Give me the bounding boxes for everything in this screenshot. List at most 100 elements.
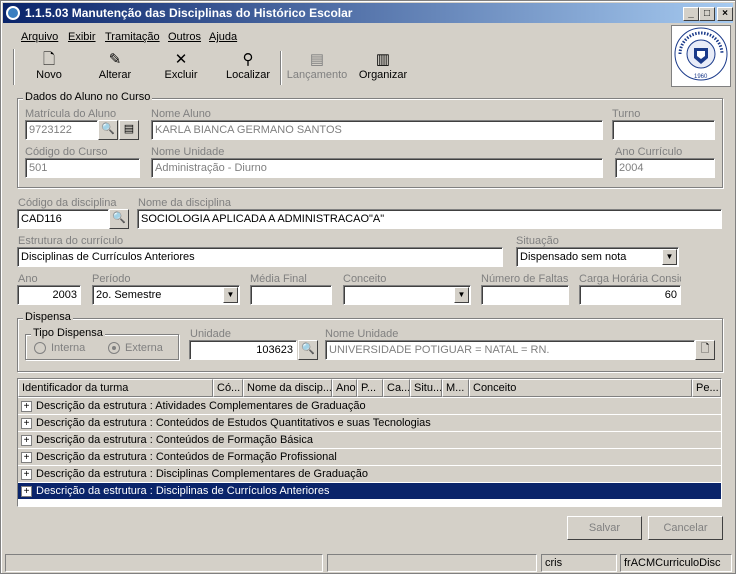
organizar-button[interactable]: ▥ Organizar (357, 51, 409, 85)
codigo-disciplina-field[interactable]: CAD116 (17, 209, 109, 229)
interna-label: Interna (51, 342, 86, 354)
periodo-label: Período (92, 273, 131, 285)
alterar-button[interactable]: ✎ Alterar (91, 51, 139, 85)
table-row[interactable]: + Descrição da estrutura : Disciplinas C… (18, 466, 721, 483)
situacao-value: Dispensado sem nota (520, 251, 627, 263)
unidade-search-button[interactable]: 🔍 (298, 340, 318, 360)
excluir-button[interactable]: ✕ Excluir (159, 51, 203, 85)
app-icon (6, 6, 20, 20)
row-text: Descrição da estrutura : Disciplinas de … (36, 485, 330, 497)
expand-icon[interactable]: + (21, 435, 32, 446)
organizar-label: Organizar (358, 69, 408, 81)
dispensa-unidade-field[interactable]: 103623 (189, 340, 297, 360)
novo-button[interactable]: 🗋 Novo (27, 51, 71, 85)
turno-label: Turno (612, 108, 641, 120)
dispensa-unidade-label: Unidade (190, 328, 231, 340)
col-media[interactable]: M... (442, 379, 469, 397)
ano-label: Ano (18, 273, 38, 285)
expand-icon[interactable]: + (21, 469, 32, 480)
menu-arquivo[interactable]: Arquivo (21, 31, 58, 43)
university-logo: 1960 (671, 25, 731, 87)
disciplina-search-button[interactable]: 🔍 (109, 209, 129, 229)
chevron-down-icon[interactable]: ▼ (454, 287, 469, 303)
nome-unidade-field[interactable]: Administração - Diurno (151, 158, 603, 178)
turno-field[interactable] (612, 120, 715, 140)
menu-tramitacao[interactable]: Tramitação (105, 31, 160, 43)
disciplinas-grid[interactable]: Identificador da turma Có... Nome da dis… (17, 378, 722, 507)
expand-icon[interactable]: + (21, 401, 32, 412)
status-panel-1 (5, 554, 323, 572)
chevron-down-icon[interactable]: ▼ (662, 249, 677, 265)
row-text: Descrição da estrutura : Conteúdos de Es… (36, 417, 431, 429)
col-periodo[interactable]: P... (357, 379, 383, 397)
search-icon: 🔍 (301, 343, 315, 355)
search-icon: 🔍 (101, 123, 115, 135)
nome-disciplina-field[interactable]: SOCIOLOGIA APLICADA A ADMINISTRACAO"A" (137, 209, 722, 229)
lancamento-button[interactable]: ▤ Lançamento (285, 51, 349, 85)
table-row[interactable]: + Descrição da estrutura : Conteúdos de … (18, 432, 721, 449)
cancelar-button[interactable]: Cancelar (648, 516, 723, 540)
expand-icon[interactable]: + (21, 452, 32, 463)
table-row[interactable]: + Descrição da estrutura : Conteúdos de … (18, 449, 721, 466)
media-final-field[interactable] (250, 285, 332, 305)
window-title: 1.1.5.03 Manutenção das Disciplinas do H… (25, 6, 353, 20)
externa-radio[interactable] (108, 342, 120, 354)
localizar-button[interactable]: ⚲ Localizar (223, 51, 273, 85)
row-text: Descrição da estrutura : Disciplinas Com… (36, 468, 368, 480)
document-icon: ▤ (123, 123, 135, 135)
alterar-label: Alterar (98, 69, 132, 81)
dispensa-nome-unidade-field[interactable]: UNIVERSIDADE POTIGUAR = NATAL = RN. (325, 340, 695, 360)
conceito-select[interactable]: ▼ (343, 285, 471, 305)
salvar-button[interactable]: Salvar (567, 516, 642, 540)
codigo-curso-field[interactable]: 501 (25, 158, 140, 178)
table-row[interactable]: + Descrição da estrutura : Atividades Co… (18, 398, 721, 415)
nome-unidade-detail-button[interactable]: 🗋 (695, 340, 715, 360)
minimize-button[interactable]: _ (683, 7, 699, 21)
close-button[interactable]: × (717, 7, 733, 21)
numero-faltas-field[interactable] (481, 285, 569, 305)
col-situacao[interactable]: Situ... (410, 379, 442, 397)
col-carga[interactable]: Ca... (383, 379, 410, 397)
situacao-select[interactable]: Dispensado sem nota ▼ (516, 247, 679, 267)
delete-icon: ✕ (174, 51, 188, 68)
numero-faltas-label: Número de Faltas (481, 273, 569, 285)
table-row-selected[interactable]: + Descrição da estrutura : Disciplinas d… (18, 483, 721, 500)
col-conceito[interactable]: Conceito (469, 379, 692, 397)
toolbar-grip (13, 49, 15, 85)
matricula-document-button[interactable]: ▤ (119, 120, 139, 140)
aluno-group-title: Dados do Aluno no Curso (23, 91, 153, 103)
dispensa-group-title: Dispensa (23, 311, 73, 323)
col-periodo-extra[interactable]: Pe... (692, 379, 721, 397)
col-identificador[interactable]: Identificador da turma (18, 379, 213, 397)
row-text: Descrição da estrutura : Conteúdos de Fo… (36, 434, 313, 446)
table-row[interactable]: + Descrição da estrutura : Conteúdos de … (18, 415, 721, 432)
col-nome-disciplina[interactable]: Nome da discip... (243, 379, 332, 397)
matricula-field[interactable]: 9723122 (25, 120, 98, 140)
menu-exibir[interactable]: Exibir (68, 31, 96, 43)
expand-icon[interactable]: + (21, 486, 32, 497)
lancamento-label: Lançamento (286, 69, 348, 81)
localizar-label: Localizar (225, 69, 271, 81)
carga-horaria-field[interactable]: 60 (579, 285, 681, 305)
chevron-down-icon[interactable]: ▼ (223, 287, 238, 303)
matricula-label: Matrícula do Aluno (25, 108, 117, 120)
menu-outros[interactable]: Outros (168, 31, 201, 43)
estrutura-field[interactable]: Disciplinas de Currículos Anteriores (17, 247, 503, 267)
menu-ajuda[interactable]: Ajuda (209, 31, 237, 43)
document-icon: 🗋 (700, 343, 710, 355)
interna-radio[interactable] (34, 342, 46, 354)
document-list-icon: ▤ (309, 51, 325, 68)
toolbar-separator (280, 51, 282, 85)
status-user: cris (541, 554, 617, 572)
col-ano[interactable]: Ano (332, 379, 357, 397)
col-codigo[interactable]: Có... (213, 379, 243, 397)
maximize-button[interactable]: □ (699, 7, 715, 21)
ano-field[interactable]: 2003 (17, 285, 81, 305)
matricula-search-button[interactable]: 🔍 (98, 120, 118, 140)
dispensa-nome-unidade-label: Nome Unidade (325, 328, 399, 340)
nome-aluno-field[interactable]: KARLA BIANCA GERMANO SANTOS (151, 120, 603, 140)
expand-icon[interactable]: + (21, 418, 32, 429)
periodo-select[interactable]: 2o. Semestre ▼ (92, 285, 240, 305)
nome-disciplina-label: Nome da disciplina (138, 197, 231, 209)
ano-curriculo-field[interactable]: 2004 (615, 158, 715, 178)
